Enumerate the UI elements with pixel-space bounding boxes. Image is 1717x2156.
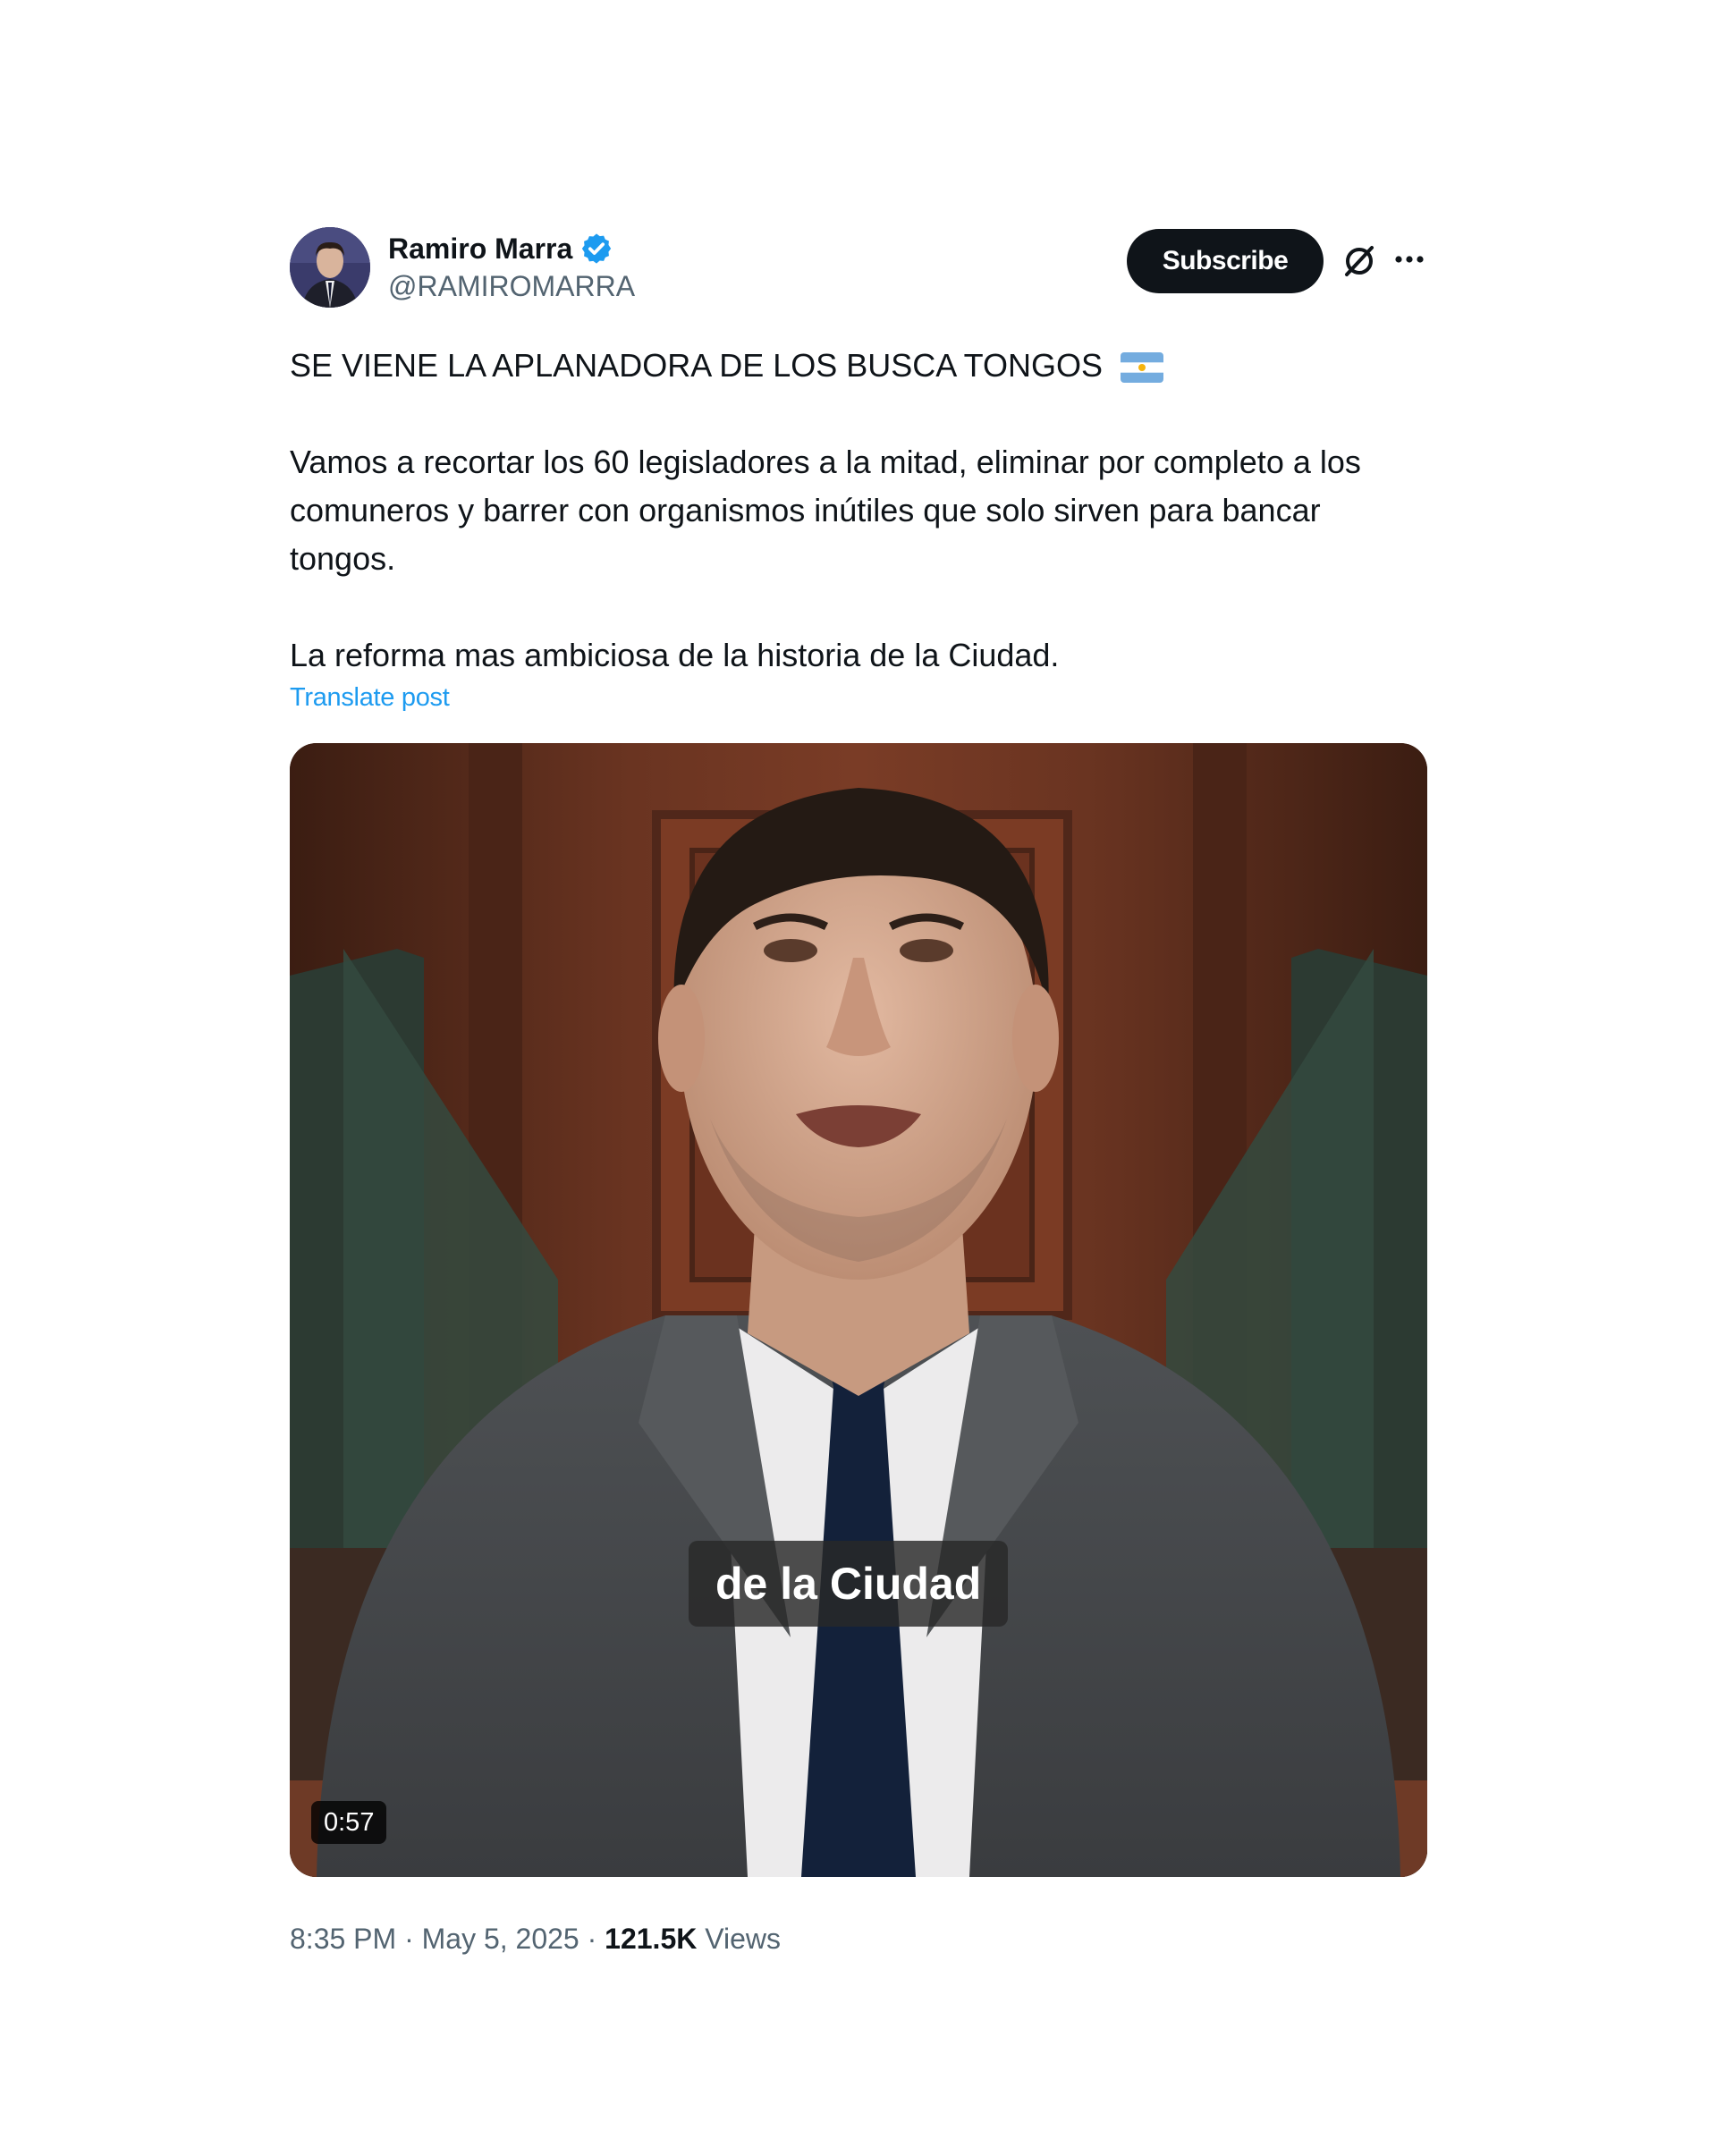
avatar[interactable] [290,227,370,308]
user-handle[interactable]: @RAMIROMARRA [388,270,635,303]
more-options-icon[interactable] [1390,240,1429,279]
views-label: Views [705,1923,782,1955]
translate-post-link[interactable]: Translate post [290,683,450,713]
meta-separator: · [587,1923,597,1955]
video-frame [290,743,1427,1877]
display-name[interactable]: Ramiro Marra [388,233,572,266]
video-duration: 0:57 [311,1801,387,1844]
verified-badge-icon [582,233,612,264]
subscribe-button[interactable]: Subscribe [1127,229,1324,293]
post-headline: SE VIENE LA APLANADORA DE LOS BUSCA TONG… [290,347,1104,384]
post-text: SE VIENE LA APLANADORA DE LOS BUSCA TONG… [290,342,1427,680]
author-block: Ramiro Marra @RAMIROMARRA [388,231,635,303]
post-metadata: 8:35 PM · May 5, 2025 · 121.5K Views [290,1923,781,1956]
post-line-1: SE VIENE LA APLANADORA DE LOS BUSCA TONG… [290,342,1427,390]
post-paragraph-2: Vamos a recortar los 60 legisladores a l… [290,444,1361,577]
name-row: Ramiro Marra [388,231,635,266]
video-caption: de la Ciudad [689,1541,1009,1627]
avatar-image [290,227,370,308]
video-player[interactable]: de la Ciudad 0:57 [290,743,1427,1877]
argentina-flag-emoji [1121,352,1164,384]
post-time[interactable]: 8:35 PM [290,1923,396,1955]
post-paragraph-3: La reforma mas ambiciosa de la historia … [290,637,1060,673]
meta-separator: · [404,1923,414,1955]
views-count: 121.5K [605,1923,698,1955]
grok-icon[interactable] [1340,241,1379,281]
post-date[interactable]: May 5, 2025 [422,1923,579,1955]
